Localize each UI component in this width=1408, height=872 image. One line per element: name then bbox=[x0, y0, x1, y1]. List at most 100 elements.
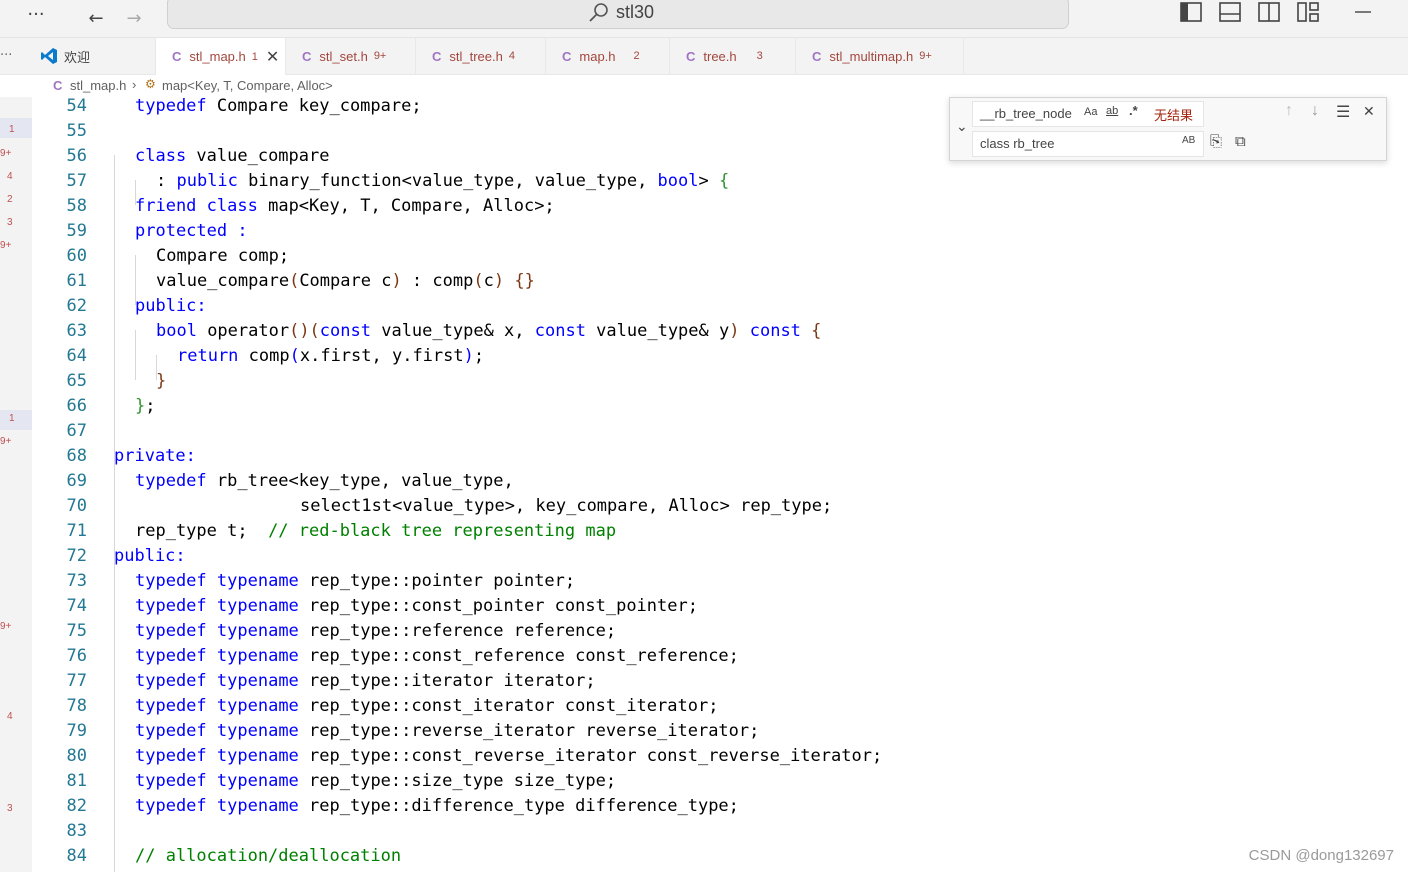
problem-mark: 9+ bbox=[0, 148, 12, 159]
search-icon bbox=[589, 3, 608, 22]
watermark: CSDN @dong132697 bbox=[1248, 847, 1394, 864]
editor-tab-bar: ··· 欢迎 C stl_map.h 1 ✕ C stl_set.h 9+ C … bbox=[0, 38, 1408, 75]
line-number: 69 bbox=[66, 471, 87, 491]
code-line-80: typedef typename rep_type::const_reverse… bbox=[135, 746, 883, 766]
previous-match-icon[interactable]: ↑ bbox=[1285, 102, 1293, 120]
code-line-64: return comp(x.first, y.first); bbox=[177, 346, 485, 366]
code-line-72: public: bbox=[114, 546, 186, 566]
toggle-panel-icon[interactable] bbox=[1219, 2, 1241, 22]
tab-label: tree.h bbox=[703, 48, 737, 64]
line-number: 81 bbox=[66, 771, 87, 791]
code-line-75: typedef typename rep_type::reference ref… bbox=[135, 621, 617, 641]
line-number: 63 bbox=[66, 321, 87, 341]
class-symbol-icon: ⚙ bbox=[145, 77, 156, 91]
problem-count-badge: 9+ bbox=[919, 50, 932, 62]
line-number: 55 bbox=[66, 121, 87, 141]
replace-all-icon[interactable]: ⧉ bbox=[1235, 133, 1246, 150]
code-line-79: typedef typename rep_type::reverse_itera… bbox=[135, 721, 760, 741]
next-match-icon[interactable]: ↓ bbox=[1311, 102, 1319, 120]
line-number: 73 bbox=[66, 571, 87, 591]
line-number: 54 bbox=[66, 96, 87, 116]
forward-arrow-icon[interactable]: → bbox=[120, 4, 148, 32]
code-line-78: typedef typename rep_type::const_iterato… bbox=[135, 696, 719, 716]
back-arrow-icon[interactable]: ← bbox=[82, 4, 110, 32]
minimize-icon[interactable] bbox=[1352, 2, 1374, 22]
problem-count-badge: 2 bbox=[633, 50, 640, 62]
problem-count-badge: 9+ bbox=[373, 50, 387, 62]
preserve-case-icon[interactable]: AB bbox=[1182, 135, 1195, 146]
problem-mark: 9+ bbox=[0, 621, 12, 632]
line-number: 65 bbox=[66, 371, 87, 391]
c-file-icon: C bbox=[172, 49, 182, 64]
line-number: 61 bbox=[66, 271, 87, 291]
code-line-77: typedef typename rep_type::iterator iter… bbox=[135, 671, 596, 691]
tab-stl-multimap-h[interactable]: C stl_multimap.h 9+ bbox=[796, 38, 964, 74]
code-line-62: public: bbox=[135, 296, 207, 316]
more-icon[interactable]: ··· bbox=[22, 0, 50, 28]
command-center-search[interactable]: stl30 bbox=[167, 0, 1069, 29]
line-number: 77 bbox=[66, 671, 87, 691]
code-line-54: typedef Compare key_compare; bbox=[135, 96, 422, 116]
whole-word-icon[interactable]: ab bbox=[1106, 105, 1118, 117]
line-numbers: 54 55 56 57 58 59 60 61 62 63 64 65 66 67 68 69 70 71 72 73… bbox=[32, 96, 102, 872]
toggle-replace-chevron-icon[interactable]: ⌄ bbox=[956, 118, 968, 135]
tab-label: stl_multimap.h bbox=[829, 48, 914, 64]
c-file-icon: C bbox=[302, 48, 312, 64]
find-result-status: 无结果 bbox=[1154, 108, 1194, 123]
line-number: 68 bbox=[66, 446, 87, 466]
line-number: 70 bbox=[66, 496, 87, 516]
find-in-selection-icon[interactable]: ☰ bbox=[1336, 102, 1350, 122]
code-line-70: select1st<value_type>, key_compare, Allo… bbox=[300, 496, 833, 516]
replace-icon[interactable]: ⎘ bbox=[1210, 133, 1222, 150]
vscode-logo-icon bbox=[41, 48, 57, 64]
line-number: 83 bbox=[66, 821, 87, 841]
line-number: 79 bbox=[66, 721, 87, 741]
code-line-76: typedef typename rep_type::const_referen… bbox=[135, 646, 739, 666]
toggle-secondary-sidebar-icon[interactable] bbox=[1258, 2, 1280, 22]
line-number: 60 bbox=[66, 246, 87, 266]
code-line-84: // allocation/deallocation bbox=[135, 846, 402, 866]
close-icon[interactable]: ✕ bbox=[1363, 103, 1375, 120]
customize-layout-icon[interactable] bbox=[1297, 2, 1319, 22]
tab-map-h[interactable]: C map.h 2 bbox=[546, 38, 670, 74]
command-center-text: stl30 bbox=[616, 2, 655, 22]
c-file-icon: C bbox=[53, 78, 63, 93]
code-line-57: : public binary_function<value_type, val… bbox=[156, 171, 730, 191]
code-editor[interactable]: typedef Compare key_compare; class value… bbox=[114, 96, 1294, 872]
toggle-primary-sidebar-icon[interactable] bbox=[1180, 2, 1202, 22]
tab-stl-tree-h[interactable]: C stl_tree.h 4 bbox=[416, 38, 546, 74]
breadcrumb-symbol[interactable]: map<Key, T, Compare, Alloc> bbox=[162, 78, 333, 93]
tab-label: stl_map.h bbox=[189, 49, 246, 64]
regex-icon[interactable]: .* bbox=[1129, 103, 1138, 118]
c-file-icon: C bbox=[432, 48, 442, 64]
breadcrumb-file[interactable]: stl_map.h bbox=[70, 78, 126, 93]
tab-label: 欢迎 bbox=[64, 49, 91, 65]
problem-mark: 4 bbox=[7, 171, 13, 182]
replace-input[interactable]: class rb_tree bbox=[972, 131, 1204, 157]
problem-count-badge: 4 bbox=[508, 50, 515, 62]
problem-mark: 3 bbox=[7, 803, 13, 814]
match-case-icon[interactable]: Aa bbox=[1084, 106, 1097, 118]
problem-mark: 1 bbox=[9, 413, 15, 424]
problem-mark: 9+ bbox=[0, 240, 12, 251]
line-number: 67 bbox=[66, 421, 87, 441]
c-file-icon: C bbox=[812, 48, 822, 64]
line-number: 57 bbox=[66, 171, 87, 191]
code-line-66: }; bbox=[135, 396, 156, 416]
tab-stl-set-h[interactable]: C stl_set.h 9+ bbox=[286, 38, 416, 74]
left-gutter: 1 9+ 4 2 3 9+ 1 9+ 9+ 4 3 bbox=[0, 97, 32, 872]
line-number: 74 bbox=[66, 596, 87, 616]
more-icon[interactable]: ··· bbox=[0, 48, 12, 63]
tab-tree-h[interactable]: C tree.h 3 bbox=[670, 38, 796, 74]
line-number: 71 bbox=[66, 521, 87, 541]
line-number: 72 bbox=[66, 546, 87, 566]
line-number: 76 bbox=[66, 646, 87, 666]
code-line-61: value_compare(Compare c) : comp(c) {} bbox=[156, 271, 535, 291]
line-number: 82 bbox=[66, 796, 87, 816]
tab-welcome[interactable]: 欢迎 bbox=[32, 38, 156, 74]
problem-mark: 4 bbox=[7, 711, 13, 722]
code-line-71: rep_type t; // red-black tree representi… bbox=[135, 521, 617, 541]
close-icon[interactable]: ✕ bbox=[266, 47, 279, 67]
tab-stl-map-h[interactable]: C stl_map.h 1 ✕ bbox=[156, 38, 286, 75]
code-line-60: Compare comp; bbox=[156, 246, 290, 266]
